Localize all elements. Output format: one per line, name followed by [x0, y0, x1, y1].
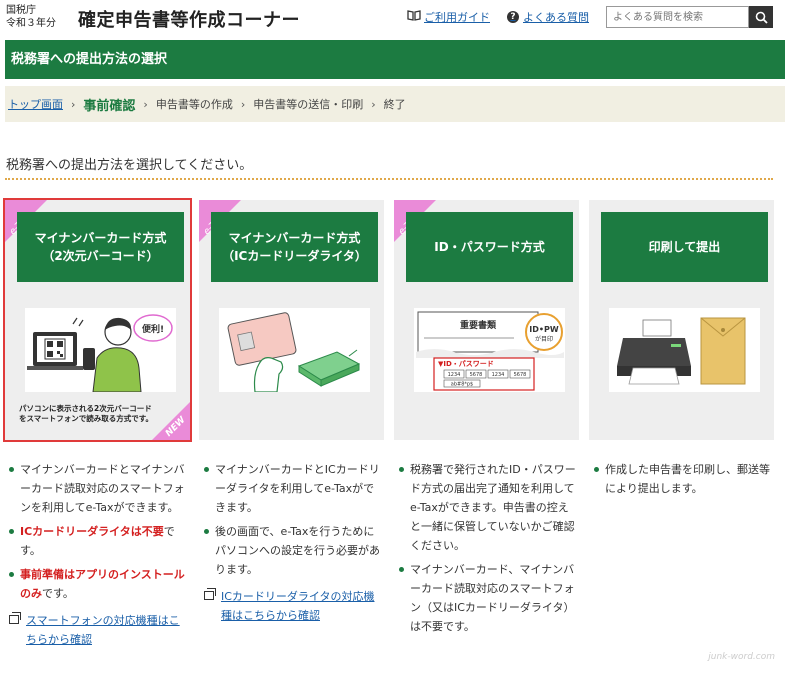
option-card-id-password[interactable]: e-Tax ID・パスワード方式 重要書類 ▼ID・パスワード 1234 567…: [394, 200, 579, 440]
tax-year: 令和３年分: [6, 18, 56, 29]
option-card-mynumber-qr[interactable]: e-Tax マイナンバーカード方式 （2次元バーコード） 便利! パソコンに表示…: [3, 198, 192, 442]
option-card-print[interactable]: 印刷して提出: [589, 200, 774, 440]
divider: [5, 178, 773, 180]
id-password-notice-illustration: 重要書類 ▼ID・パスワード 1234 5678 1234 5678 ab#8*…: [414, 308, 565, 392]
breadcrumb-step: 終了: [383, 98, 406, 111]
list-item: 税務署で発行されたID・パスワード方式の届出完了通知を利用してe-Taxができま…: [398, 460, 576, 555]
agency-label: 国税庁 令和３年分: [6, 4, 56, 30]
list-item: 後の画面で、e-Taxを行うためにパソコンへの設定を行う必要があります。: [203, 522, 381, 579]
svg-text:1234: 1234: [492, 372, 505, 378]
guide-link-label[interactable]: ご利用ガイド: [424, 9, 490, 25]
site-title: 確定申告書等作成コーナー: [78, 10, 300, 31]
bubble-text: 便利!: [142, 323, 164, 335]
print-submit-button[interactable]: 印刷して提出: [601, 212, 768, 282]
external-window-icon: [9, 612, 21, 624]
button-label: マイナンバーカード方式: [228, 231, 361, 245]
svg-text:5678: 5678: [514, 372, 527, 378]
chevron-right-icon: ›: [143, 97, 148, 111]
button-sublabel: （2次元バーコード）: [42, 249, 159, 263]
list-item: マイナンバーカードとマイナンバーカード読取対応のスマートフォンを利用してe-Ta…: [8, 460, 186, 517]
search-button[interactable]: [749, 6, 773, 28]
printer-illustration: [609, 308, 760, 392]
link-label[interactable]: スマートフォンの対応機種はこちらから確認: [26, 614, 180, 646]
emphasis-text: ICカードリーダライタは不要: [20, 525, 164, 538]
breadcrumb-top-link[interactable]: トップ画面: [8, 96, 63, 112]
faq-search-input[interactable]: [606, 6, 749, 28]
chevron-right-icon: ›: [71, 97, 76, 111]
button-label: マイナンバーカード方式: [34, 231, 167, 245]
card-reader-illustration: [219, 308, 370, 393]
agency-name: 国税庁: [6, 5, 36, 16]
chevron-right-icon: ›: [240, 97, 246, 111]
button-label: 印刷して提出: [648, 240, 721, 254]
doc-title: 重要書類: [460, 319, 497, 331]
description-mynumber-ic: マイナンバーカードとICカードリーダライタを利用してe-Taxができます。 後の…: [203, 460, 381, 625]
watermark: junk-word.com: [708, 652, 775, 662]
breadcrumb-step: 申告書等の作成: [155, 98, 233, 111]
instruction-text: 税務署への提出方法を選択してください。: [6, 158, 253, 173]
reader-models-link[interactable]: ICカードリーダライタの対応機種はこちらから確認: [203, 587, 381, 625]
external-window-icon: [204, 588, 216, 600]
list-item: ICカードリーダライタは不要です。: [8, 522, 186, 560]
smartphone-models-link[interactable]: スマートフォンの対応機種はこちらから確認: [8, 611, 186, 649]
svg-text:が目印: が目印: [535, 335, 553, 343]
description-mynumber-qr: マイナンバーカードとマイナンバーカード読取対応のスマートフォンを利用してe-Ta…: [8, 460, 186, 649]
breadcrumb-step: 申告書等の送信・印刷: [253, 98, 364, 111]
svg-text:1234: 1234: [448, 372, 461, 378]
search-icon: [755, 11, 768, 24]
id-password-button[interactable]: ID・パスワード方式: [406, 212, 573, 282]
site-header: 国税庁 令和３年分 確定申告書等作成コーナー ご利用ガイド ? よくある質問: [0, 0, 785, 40]
list-item: 事前準備はアプリのインストールのみです。: [8, 565, 186, 603]
mynumber-qr-button[interactable]: マイナンバーカード方式 （2次元バーコード）: [17, 212, 184, 282]
smartphone-illustration: 便利!: [25, 308, 176, 393]
idpw-badge-text: ID•PW: [529, 325, 559, 334]
svg-text:ab#8*p$: ab#8*p$: [451, 382, 473, 388]
button-label: ID・パスワード方式: [434, 240, 545, 254]
chevron-right-icon: ›: [371, 97, 376, 111]
book-icon: [407, 10, 421, 24]
link-label[interactable]: ICカードリーダライタの対応機種はこちらから確認: [221, 590, 374, 622]
faq-link-label[interactable]: よくある質問: [523, 9, 589, 25]
list-item: マイナンバーカードとICカードリーダライタを利用してe-Taxができます。: [203, 460, 381, 517]
breadcrumb-current: 事前確認: [83, 98, 136, 114]
id-label: ▼ID・パスワード: [438, 359, 494, 368]
mynumber-ic-button[interactable]: マイナンバーカード方式 （ICカードリーダライタ）: [211, 212, 378, 282]
description-print: 作成した申告書を印刷し、郵送等により提出します。: [593, 460, 771, 503]
guide-link[interactable]: ご利用ガイド: [407, 9, 490, 25]
list-item: 作成した申告書を印刷し、郵送等により提出します。: [593, 460, 771, 498]
breadcrumb: トップ画面 › 事前確認 › 申告書等の作成 › 申告書等の送信・印刷 › 終了: [5, 86, 785, 122]
option-card-mynumber-ic[interactable]: e-Tax マイナンバーカード方式 （ICカードリーダライタ）: [199, 200, 384, 440]
description-id-password: 税務署で発行されたID・パスワード方式の届出完了通知を利用してe-Taxができま…: [398, 460, 576, 641]
section-title: 税務署への提出方法の選択: [5, 40, 785, 79]
faq-link[interactable]: ? よくある質問: [507, 9, 589, 25]
svg-text:5678: 5678: [470, 372, 483, 378]
list-item: マイナンバーカード、マイナンバーカード読取対応のスマートフォン（又はICカードリ…: [398, 560, 576, 636]
button-sublabel: （ICカードリーダライタ）: [222, 249, 367, 263]
question-icon: ?: [507, 11, 519, 23]
